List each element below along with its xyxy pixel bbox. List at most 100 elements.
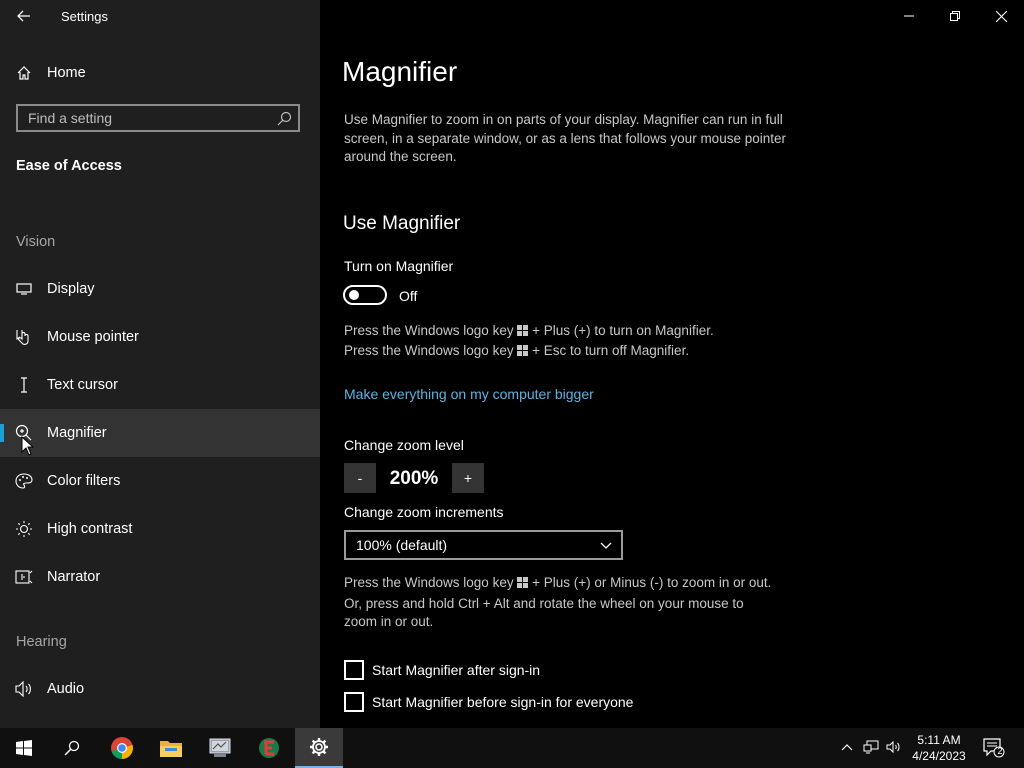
zoom-in-button[interactable]: + bbox=[452, 463, 484, 493]
volume-icon bbox=[886, 740, 900, 754]
toggle-label: Turn on Magnifier bbox=[344, 258, 454, 274]
clock-time: 5:11 AM bbox=[917, 733, 961, 747]
make-everything-bigger-link[interactable]: Make everything on my computer bigger bbox=[344, 386, 594, 402]
sidebar-item-text-cursor[interactable]: Text cursor bbox=[0, 361, 320, 409]
chevron-down-icon bbox=[600, 542, 612, 549]
section-title: Ease of Access bbox=[16, 158, 122, 174]
taskbar-file-explorer[interactable] bbox=[147, 728, 195, 768]
sidebar-item-mouse-pointer[interactable]: Mouse pointer bbox=[0, 313, 320, 361]
checkbox[interactable] bbox=[344, 660, 364, 680]
back-arrow-icon bbox=[17, 10, 30, 22]
zoom-hint-line2: Or, press and hold Ctrl + Alt and rotate… bbox=[344, 596, 744, 611]
windows-logo-icon bbox=[517, 577, 529, 588]
clock-date: 4/24/2023 bbox=[912, 749, 966, 763]
sidebar-item-label: High contrast bbox=[47, 521, 133, 537]
hint-text: Press the Windows logo key bbox=[344, 323, 514, 338]
volume-tray-button[interactable] bbox=[885, 738, 903, 756]
checkbox-row-before-signin[interactable]: Start Magnifier before sign-in for every… bbox=[344, 691, 633, 713]
notification-count: 2 bbox=[997, 746, 1003, 756]
text-cursor-icon bbox=[15, 376, 33, 394]
sidebar-item-label: Display bbox=[47, 281, 95, 297]
sidebar-item-color-filters[interactable]: Color filters bbox=[0, 457, 320, 505]
search-icon bbox=[64, 740, 80, 756]
restore-button[interactable] bbox=[932, 0, 978, 32]
color-filters-icon bbox=[15, 472, 33, 490]
game-app-icon bbox=[259, 738, 279, 758]
zoom-level-label: Change zoom level bbox=[344, 437, 464, 453]
show-hidden-icons-button[interactable] bbox=[838, 738, 856, 756]
audio-icon bbox=[15, 680, 33, 698]
minimize-button[interactable] bbox=[886, 0, 932, 32]
window-controls bbox=[886, 0, 1024, 32]
checkbox[interactable] bbox=[344, 692, 364, 712]
search-input[interactable] bbox=[18, 109, 270, 127]
mouse-cursor-icon bbox=[21, 436, 35, 456]
minimize-icon bbox=[904, 15, 914, 17]
start-button[interactable] bbox=[0, 728, 48, 768]
network-app-icon bbox=[209, 738, 231, 757]
sidebar-item-magnifier[interactable]: Magnifier bbox=[0, 409, 320, 457]
taskbar: 5:11 AM 4/24/2023 2 bbox=[0, 728, 1024, 768]
sidebar-item-label: Audio bbox=[47, 681, 85, 697]
checkbox-row-after-signin[interactable]: Start Magnifier after sign-in bbox=[344, 659, 540, 681]
chrome-icon bbox=[111, 737, 133, 759]
mouse-pointer-icon bbox=[15, 328, 33, 346]
windows-logo-icon bbox=[517, 325, 529, 336]
sidebar-item-label: Narrator bbox=[47, 569, 101, 585]
zoom-increments-dropdown[interactable]: 100% (default) bbox=[344, 530, 623, 560]
taskbar-chrome[interactable] bbox=[98, 728, 146, 768]
zoom-increments-label: Change zoom increments bbox=[344, 504, 504, 520]
action-center-button[interactable]: 2 bbox=[982, 737, 1006, 759]
group-label-vision: Vision bbox=[16, 234, 56, 250]
sidebar-item-label: Text cursor bbox=[47, 377, 118, 393]
toggle-knob bbox=[349, 290, 359, 300]
use-magnifier-heading: Use Magnifier bbox=[343, 213, 461, 234]
search-box[interactable] bbox=[16, 104, 300, 132]
high-contrast-icon bbox=[15, 520, 33, 538]
close-icon bbox=[995, 10, 1007, 22]
sidebar-item-audio[interactable]: Audio bbox=[0, 665, 320, 713]
zoom-hint-line3: zoom in or out. bbox=[344, 614, 434, 629]
selection-indicator bbox=[0, 424, 4, 442]
dropdown-value: 100% (default) bbox=[356, 537, 448, 553]
restore-icon bbox=[950, 11, 960, 21]
hint-text: + Plus (+) or Minus (-) to zoom in or ou… bbox=[532, 575, 772, 590]
magnifier-toggle[interactable] bbox=[343, 285, 387, 305]
chevron-up-icon bbox=[841, 744, 853, 751]
home-icon bbox=[15, 64, 33, 82]
sidebar: Settings Home Ease of Access Vision Disp… bbox=[0, 0, 320, 728]
hint-text: Press the Windows logo key bbox=[344, 343, 514, 358]
windows-logo-icon bbox=[517, 345, 529, 356]
sidebar-item-label: Mouse pointer bbox=[47, 329, 139, 345]
taskbar-settings[interactable] bbox=[295, 728, 343, 768]
network-tray-button[interactable] bbox=[862, 738, 880, 756]
checkbox-label: Start Magnifier after sign-in bbox=[372, 662, 541, 678]
close-button[interactable] bbox=[978, 0, 1024, 32]
app-title: Settings bbox=[61, 9, 108, 24]
sidebar-item-narrator[interactable]: Narrator bbox=[0, 553, 320, 601]
hint-text: Press the Windows logo key bbox=[344, 575, 514, 590]
search-icon[interactable] bbox=[276, 111, 292, 127]
display-icon bbox=[15, 280, 33, 298]
sidebar-item-high-contrast[interactable]: High contrast bbox=[0, 505, 320, 553]
sidebar-item-home[interactable]: Home bbox=[0, 57, 320, 89]
taskbar-search-button[interactable] bbox=[48, 728, 96, 768]
shortcut-hint-off: Press the Windows logo key + Esc to turn… bbox=[344, 342, 689, 361]
sidebar-item-label: Magnifier bbox=[47, 425, 107, 441]
taskbar-clock[interactable]: 5:11 AM 4/24/2023 bbox=[906, 732, 972, 764]
network-icon bbox=[863, 740, 879, 754]
zoom-hint-line1: Press the Windows logo key + Plus (+) or… bbox=[344, 574, 771, 593]
toggle-state: Off bbox=[399, 288, 418, 304]
zoom-out-button[interactable]: - bbox=[344, 463, 376, 493]
back-button[interactable] bbox=[10, 4, 38, 28]
shortcut-hint-on: Press the Windows logo key + Plus (+) to… bbox=[344, 322, 714, 341]
taskbar-game-app[interactable] bbox=[245, 728, 293, 768]
home-label: Home bbox=[47, 65, 86, 81]
sidebar-item-label: Color filters bbox=[47, 473, 121, 489]
narrator-icon bbox=[15, 568, 33, 586]
settings-icon bbox=[310, 738, 328, 756]
sidebar-item-display[interactable]: Display bbox=[0, 265, 320, 313]
checkbox-label: Start Magnifier before sign-in for every… bbox=[372, 694, 634, 710]
taskbar-network-app[interactable] bbox=[196, 728, 244, 768]
group-label-hearing: Hearing bbox=[16, 634, 67, 650]
